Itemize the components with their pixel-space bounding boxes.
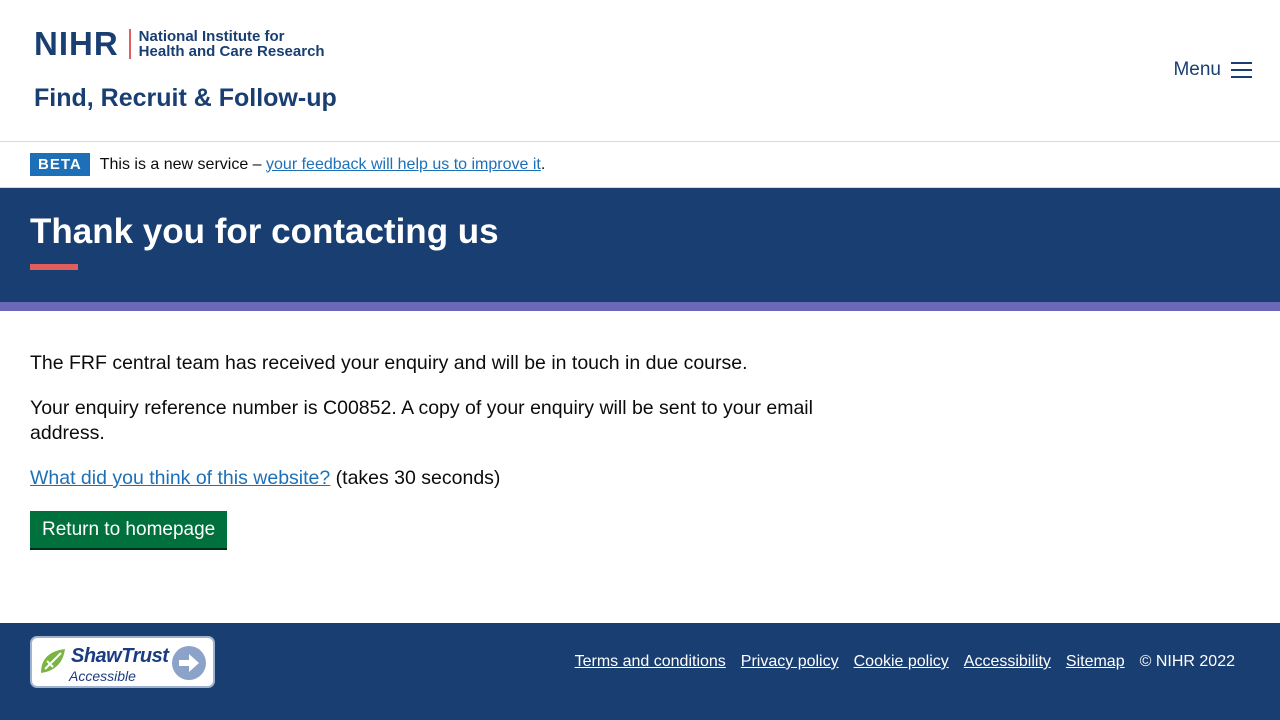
shaw-trust-leaf-icon bbox=[41, 649, 65, 673]
phase-banner: BETA This is a new service – your feedba… bbox=[0, 142, 1280, 188]
confirmation-text: The FRF central team has received your e… bbox=[30, 352, 748, 374]
title-underline bbox=[30, 264, 78, 270]
hero-stripe bbox=[0, 302, 1280, 311]
nihr-logo-mark: NIHR National Institute for Health and C… bbox=[34, 25, 325, 62]
shaw-trust-subtitle: Accessible bbox=[69, 668, 136, 684]
beta-tag: BETA bbox=[30, 153, 90, 176]
nihr-name-line1: National Institute for bbox=[138, 27, 285, 45]
hamburger-icon bbox=[1231, 62, 1252, 78]
nihr-full-name: National Institute for Health and Care R… bbox=[138, 27, 325, 60]
site-footer: ShawTrust Accessible Terms and condition… bbox=[0, 623, 1280, 720]
site-header: NIHR National Institute for Health and C… bbox=[0, 0, 1280, 142]
phase-banner-suffix: . bbox=[540, 155, 546, 173]
feedback-link[interactable]: your feedback will help us to improve it bbox=[266, 156, 541, 174]
shaw-trust-title: ShawTrust bbox=[71, 645, 169, 667]
nihr-wordmark: NIHR bbox=[34, 25, 119, 62]
shaw-trust-badge[interactable]: ShawTrust Accessible bbox=[30, 636, 215, 688]
cookie-link[interactable]: Cookie policy bbox=[854, 653, 949, 671]
menu-button[interactable]: Menu bbox=[1173, 59, 1252, 81]
return-to-homepage-button[interactable]: Return to homepage bbox=[30, 511, 228, 548]
terms-link[interactable]: Terms and conditions bbox=[575, 653, 726, 671]
nihr-logo[interactable]: NIHR National Institute for Health and C… bbox=[34, 25, 325, 62]
menu-label: Menu bbox=[1173, 59, 1221, 80]
arrow-right-icon bbox=[172, 646, 206, 680]
survey-link[interactable]: What did you think of this website? bbox=[30, 467, 330, 489]
privacy-link[interactable]: Privacy policy bbox=[741, 653, 839, 671]
survey-paragraph: What did you think of this website? (tak… bbox=[30, 466, 830, 491]
nihr-name-line2: Health and Care Research bbox=[138, 43, 325, 60]
phase-banner-text: This is a new service – bbox=[99, 155, 262, 173]
reference-text: Your enquiry reference number is C00852.… bbox=[30, 397, 813, 444]
page-hero: Thank you for contacting us bbox=[0, 188, 1280, 302]
logo-divider bbox=[128, 29, 131, 59]
footer-links: Terms and conditions Privacy policy Cook… bbox=[575, 653, 1235, 671]
survey-suffix: (takes 30 seconds) bbox=[330, 467, 501, 489]
page-title: Thank you for contacting us bbox=[30, 212, 499, 251]
service-name[interactable]: Find, Recruit & Follow-up bbox=[34, 84, 337, 113]
sitemap-link[interactable]: Sitemap bbox=[1066, 653, 1125, 671]
accessibility-link[interactable]: Accessibility bbox=[964, 653, 1051, 671]
main-content: The FRF central team has received your e… bbox=[0, 311, 860, 548]
copyright: © NIHR 2022 bbox=[1139, 653, 1235, 670]
